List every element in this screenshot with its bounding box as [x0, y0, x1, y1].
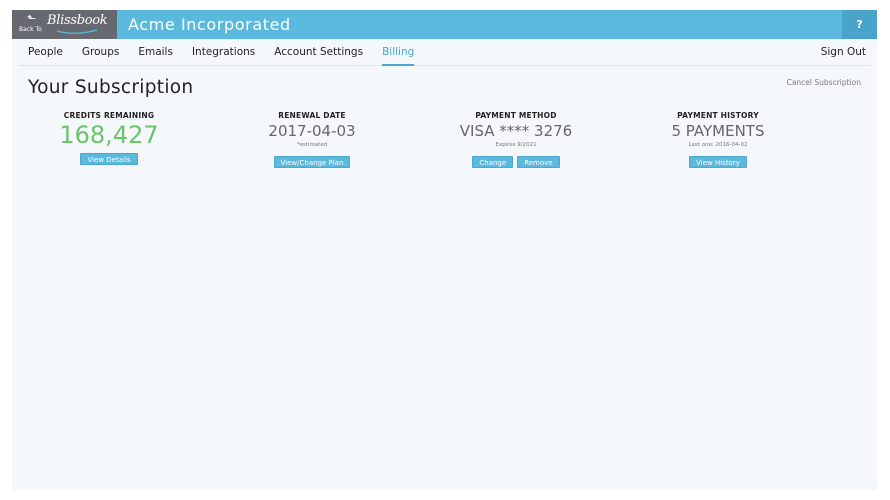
view-details-button[interactable]: View Details: [80, 153, 138, 165]
credits-remaining-label: CREDITS REMAINING: [63, 111, 155, 120]
payment-history-panel: PAYMENT HISTORY 5 PAYMENTS Last one: 201…: [638, 111, 798, 168]
help-button[interactable]: ?: [842, 10, 877, 39]
credits-remaining-panel: CREDITS REMAINING 168,427 View Details: [29, 111, 189, 165]
view-change-plan-button[interactable]: View/Change Plan: [273, 156, 351, 168]
payment-history-label: PAYMENT HISTORY: [677, 111, 759, 120]
back-arrow-icon: ⬑: [27, 12, 37, 25]
nav-integrations[interactable]: Integrations: [192, 39, 255, 66]
page-title: Your Subscription: [28, 77, 194, 98]
card-expiry-note: Expires 9/2021: [495, 142, 537, 148]
sign-out-link[interactable]: Sign Out: [821, 46, 866, 58]
company-name: Acme Incorporated: [128, 15, 291, 34]
last-payment-note: Last one: 2016-04-02: [688, 142, 748, 148]
renewal-date-panel: RENEWAL DATE 2017-04-03 *estimated View/…: [232, 111, 392, 168]
top-bar: ⬑ Back To Blissbook Acme Incorporated ?: [12, 10, 877, 39]
nav-groups[interactable]: Groups: [82, 39, 119, 66]
credits-remaining-value: 168,427: [59, 121, 159, 149]
history-button-row: View History: [638, 156, 798, 168]
renewal-date-note: *estimated: [296, 142, 328, 148]
logo-swoosh-icon: [56, 29, 98, 34]
main-nav: People Groups Emails Integrations Accoun…: [18, 39, 871, 66]
payment-method-panel: PAYMENT METHOD VISA **** 3276 Expires 9/…: [436, 111, 596, 168]
payment-method-label: PAYMENT METHOD: [475, 111, 557, 120]
payment-method-value: VISA **** 3276: [459, 122, 573, 140]
nav-billing[interactable]: Billing: [382, 39, 415, 66]
app-frame: ⬑ Back To Blissbook Acme Incorporated ? …: [12, 10, 877, 490]
view-history-button[interactable]: View History: [689, 156, 747, 168]
nav-account-settings[interactable]: Account Settings: [274, 39, 363, 66]
nav-people[interactable]: People: [28, 39, 63, 66]
back-to-blissbook-button[interactable]: ⬑ Back To Blissbook: [12, 10, 117, 39]
credits-button-row: View Details: [29, 153, 189, 165]
change-payment-button[interactable]: Change: [472, 156, 514, 168]
payment-button-row: Change Remove: [436, 156, 596, 168]
cancel-subscription-link[interactable]: Cancel Subscription: [787, 78, 861, 87]
renewal-date-label: RENEWAL DATE: [278, 111, 346, 120]
payment-history-value: 5 PAYMENTS: [671, 122, 765, 140]
renewal-button-row: View/Change Plan: [232, 156, 392, 168]
back-label: Back To: [19, 26, 42, 33]
blissbook-logo: Blissbook: [47, 13, 108, 28]
renewal-date-value: 2017-04-03: [268, 122, 356, 140]
nav-emails[interactable]: Emails: [138, 39, 173, 66]
remove-payment-button[interactable]: Remove: [517, 156, 560, 168]
